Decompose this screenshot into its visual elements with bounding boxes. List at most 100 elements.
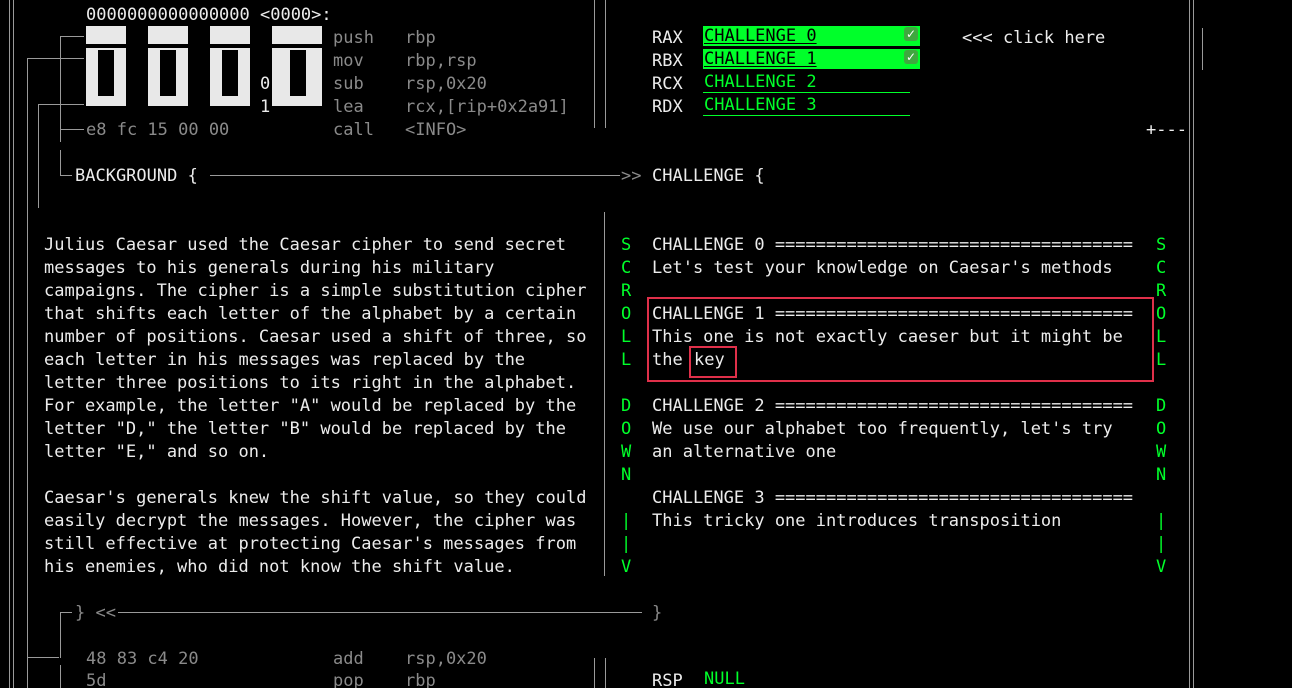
background-line: campaigns. The cipher is a simple substi…	[44, 281, 587, 301]
background-line: For example, the letter "A" would be rep…	[44, 396, 577, 416]
background-line: his enemies, who did not know the shift …	[44, 557, 515, 577]
function-address: 0000000000000000 <0000>:	[86, 5, 332, 25]
tree-branch-2	[27, 58, 84, 59]
asm-top-4-operands: <INFO>	[405, 120, 467, 140]
logo-digit-0: 0	[260, 74, 271, 94]
background-line: that shifts each letter of the alphabet …	[44, 304, 577, 324]
background-line: each letter in his messages was replaced…	[44, 350, 526, 370]
tree-branch-4	[60, 175, 72, 176]
challenge-1-register-bar[interactable]: CHALLENGE 1 ✓	[703, 49, 920, 69]
frame-right-outer	[1193, 0, 1194, 688]
rsp-value: NULL	[704, 669, 745, 688]
frame-mid-right	[605, 0, 606, 128]
asm-top-3-operands: rcx,[rip+0x2a91]	[405, 97, 569, 117]
asm-bottom-0-operands: rsp,0x20	[405, 649, 487, 669]
background-heading: BACKGROUND {	[75, 166, 198, 186]
tree-line-3	[60, 36, 61, 142]
asm-top-3-mnemonic: lea	[333, 97, 364, 117]
background-line: letter "D," the letter "B" would be repl…	[44, 419, 566, 439]
register-rdx: RDX	[652, 97, 683, 117]
asm-top-1-operands: rbp,rsp	[405, 51, 477, 71]
background-close: } <<	[75, 603, 116, 623]
scroll-char: S	[621, 235, 632, 255]
frame-mid-right-bottom	[605, 658, 606, 688]
asm-top-4-bytes: e8 fc 15 00 00	[86, 120, 230, 140]
background-line: letter three positions to its right in t…	[44, 373, 577, 393]
scroll-char: O	[1156, 304, 1167, 324]
challenge-0-register-bar[interactable]: CHALLENGE 0 ✓	[703, 26, 920, 46]
register-rax: RAX	[652, 28, 683, 48]
asm-top-0-mnemonic: push	[333, 28, 374, 48]
tree-line-5	[60, 612, 61, 658]
challenge-description: This tricky one introduces transposition	[652, 511, 1062, 531]
asm-bottom-1-bytes: 5d	[86, 671, 107, 688]
scroll-char: |	[1156, 511, 1167, 531]
background-line: easily decrypt the messages. However, th…	[44, 511, 577, 531]
scroll-char: |	[621, 534, 632, 554]
scroll-char: O	[1156, 419, 1167, 439]
asm-bottom-0-mnemonic: add	[333, 649, 364, 669]
background-line: still effective at protecting Caesar's m…	[44, 534, 577, 554]
background-line: Caesar's generals knew the shift value, …	[44, 488, 587, 508]
scroll-char: L	[621, 350, 632, 370]
asm-bottom-1-mnemonic: pop	[333, 671, 364, 688]
scroll-char: |	[1156, 534, 1167, 554]
challenge-description: the	[652, 350, 683, 370]
challenge-1-register-label: CHALLENGE 1	[704, 49, 817, 69]
scroll-char: V	[1156, 557, 1167, 577]
key-word[interactable]: key	[694, 349, 725, 372]
scroll-char: O	[621, 419, 632, 439]
tree-line-4	[60, 150, 61, 176]
background-line: letter "E," and so on.	[44, 442, 270, 462]
scroll-char: L	[1156, 327, 1167, 347]
scroll-char: W	[1156, 442, 1167, 462]
checkmark-icon: ✓	[904, 27, 918, 41]
tree-branch-call	[60, 129, 84, 130]
scroll-char: C	[621, 258, 632, 278]
register-rsp: RSP	[652, 671, 683, 688]
scroll-char: O	[621, 304, 632, 324]
asm-top-4-mnemonic: call	[333, 120, 374, 140]
close-connector	[118, 612, 642, 613]
scroll-char: D	[621, 396, 632, 416]
tree-branch-5	[27, 657, 59, 658]
frame-mid-left-bottom	[594, 658, 595, 688]
scroll-char: V	[621, 557, 632, 577]
challenge-3-register-bar[interactable]: CHALLENGE 3	[703, 95, 910, 116]
frame-left-outer	[9, 0, 10, 688]
tree-line-2	[38, 104, 39, 208]
logo-digit-1: 1	[260, 97, 271, 117]
asm-top-0-operands: rbp	[405, 28, 436, 48]
rsp-value-bar: NULL	[703, 669, 910, 688]
tree-line-1	[27, 58, 28, 688]
frame-far-right	[1202, 28, 1203, 70]
tree-branch-3	[38, 104, 84, 105]
challenge-title: CHALLENGE 3 ============================…	[652, 488, 1134, 508]
challenge-0-register-label: CHALLENGE 0	[704, 26, 817, 46]
challenge-description: We use our alphabet too frequently, let'…	[652, 419, 1113, 439]
heading-arrow: >>	[621, 166, 642, 186]
scroll-char: R	[621, 281, 632, 301]
corner-mark: +---	[1146, 120, 1187, 140]
scroll-char: R	[1156, 281, 1167, 301]
checkmark-icon: ✓	[904, 50, 918, 64]
pane-separator	[604, 212, 605, 576]
heading-connector	[210, 175, 620, 176]
scroll-char: L	[621, 327, 632, 347]
register-rbx: RBX	[652, 51, 683, 71]
scroll-char: D	[1156, 396, 1167, 416]
challenge-close: }	[652, 603, 663, 623]
asm-bottom-0-bytes: 48 83 c4 20	[86, 649, 199, 669]
challenge-2-register-label: CHALLENGE 2	[704, 72, 817, 92]
tree-branch-close	[60, 612, 72, 613]
asm-top-2-operands: rsp,0x20	[405, 74, 487, 94]
challenge-title: CHALLENGE 2 ============================…	[652, 396, 1134, 416]
click-here-hint: <<< click here	[962, 28, 1106, 48]
challenge-2-register-bar[interactable]: CHALLENGE 2	[703, 72, 910, 93]
scroll-char: L	[1156, 350, 1167, 370]
challenge-title: CHALLENGE 0 ============================…	[652, 235, 1134, 255]
asm-bottom-1-operands: rbp	[405, 671, 436, 688]
register-rcx: RCX	[652, 74, 683, 94]
asm-top-2-mnemonic: sub	[333, 74, 364, 94]
challenge-description: Let's test your knowledge on Caesar's me…	[652, 258, 1113, 278]
